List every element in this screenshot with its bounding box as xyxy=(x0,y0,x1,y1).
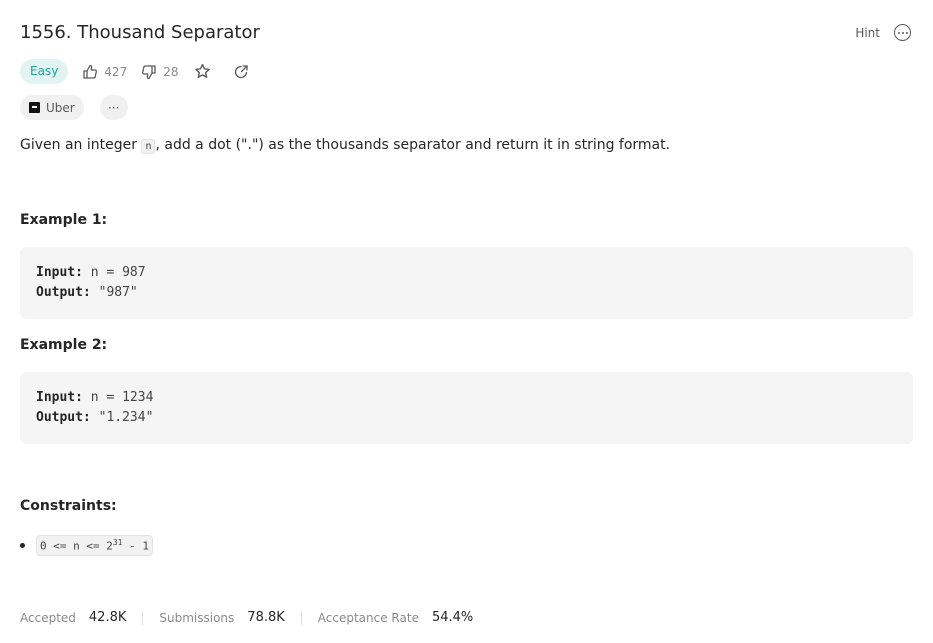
share-button[interactable] xyxy=(233,64,249,80)
example-2-input-label: Input: xyxy=(36,390,83,405)
difficulty-badge: Easy xyxy=(20,59,69,84)
stats-bar: Accepted 42.8K Submissions 78.8K Accepta… xyxy=(20,610,473,625)
star-icon xyxy=(195,63,211,78)
example-1-input: n = 987 xyxy=(90,265,146,280)
stat-rate-label: Acceptance Rate xyxy=(317,610,419,625)
example-1-block: Input: n = 987 Output: "987" xyxy=(20,247,913,319)
dislike-button[interactable]: 28 xyxy=(141,64,178,80)
example-1-output-line: Output: "987" xyxy=(36,283,897,303)
list-bullet xyxy=(20,542,25,548)
stat-acceptance-rate: Acceptance Rate 54.4% xyxy=(318,610,473,625)
tag-row: Uber ··· xyxy=(20,95,128,120)
page-title: 1556. Thousand Separator xyxy=(20,22,260,43)
inline-code-n: n xyxy=(141,139,156,154)
more-options-icon[interactable] xyxy=(894,24,911,41)
company-tag-label: Uber xyxy=(46,100,75,115)
constraints-heading: Constraints: xyxy=(20,498,117,514)
example-2-output-label: Output: xyxy=(36,410,91,425)
description-text-start: Given an integer xyxy=(20,137,142,153)
example-1-input-label: Input: xyxy=(36,265,83,280)
example-2-output: "1.234" xyxy=(98,410,154,425)
stat-submissions: Submissions 78.8K xyxy=(159,610,284,625)
hint-button[interactable]: Hint xyxy=(855,26,880,40)
constraint-base: 0 <= n <= 2 xyxy=(40,539,113,553)
stat-rate-value: 54.4% xyxy=(431,610,474,625)
stat-accepted-label: Accepted xyxy=(20,610,76,625)
example-1-heading: Example 1: xyxy=(20,212,108,228)
problem-description: Given an integer n, add a dot (".") as t… xyxy=(20,137,671,154)
description-text-end: , add a dot (".") as the thousands separ… xyxy=(155,137,671,153)
constraint-item: 0 <= n <= 231 - 1 xyxy=(20,535,153,556)
stat-accepted: Accepted 42.8K xyxy=(20,610,126,625)
stat-accepted-value: 42.8K xyxy=(88,610,127,625)
thumbs-down-icon xyxy=(142,64,156,79)
constraint-exponent: 31 xyxy=(112,538,123,547)
constraint-code: 0 <= n <= 231 - 1 xyxy=(36,535,153,556)
example-2-heading: Example 2: xyxy=(20,337,108,353)
uber-logo-icon xyxy=(29,102,40,113)
constraint-tail: - 1 xyxy=(122,539,149,553)
stat-divider xyxy=(300,610,302,625)
stat-divider xyxy=(142,610,144,625)
top-actions: Hint xyxy=(855,24,911,41)
share-icon xyxy=(235,64,249,78)
company-tag-uber[interactable]: Uber xyxy=(20,95,84,120)
favorite-button[interactable] xyxy=(194,63,211,80)
example-2-output-line: Output: "1.234" xyxy=(36,408,897,428)
example-1-input-line: Input: n = 987 xyxy=(36,263,897,283)
stat-submissions-value: 78.8K xyxy=(247,610,285,625)
like-count: 427 xyxy=(104,64,128,79)
more-tags-button[interactable]: ··· xyxy=(99,95,128,120)
stat-submissions-label: Submissions xyxy=(159,610,235,625)
thumbs-up-icon xyxy=(83,64,98,79)
example-1-output-label: Output: xyxy=(36,285,91,300)
problem-meta: Easy 427 28 xyxy=(20,59,249,84)
dislike-count: 28 xyxy=(163,64,179,79)
example-2-input-line: Input: n = 1234 xyxy=(36,388,897,408)
like-button[interactable]: 427 xyxy=(82,64,127,80)
example-2-input: n = 1234 xyxy=(90,390,154,405)
example-2-block: Input: n = 1234 Output: "1.234" xyxy=(20,372,913,444)
example-1-output: "987" xyxy=(98,285,138,300)
